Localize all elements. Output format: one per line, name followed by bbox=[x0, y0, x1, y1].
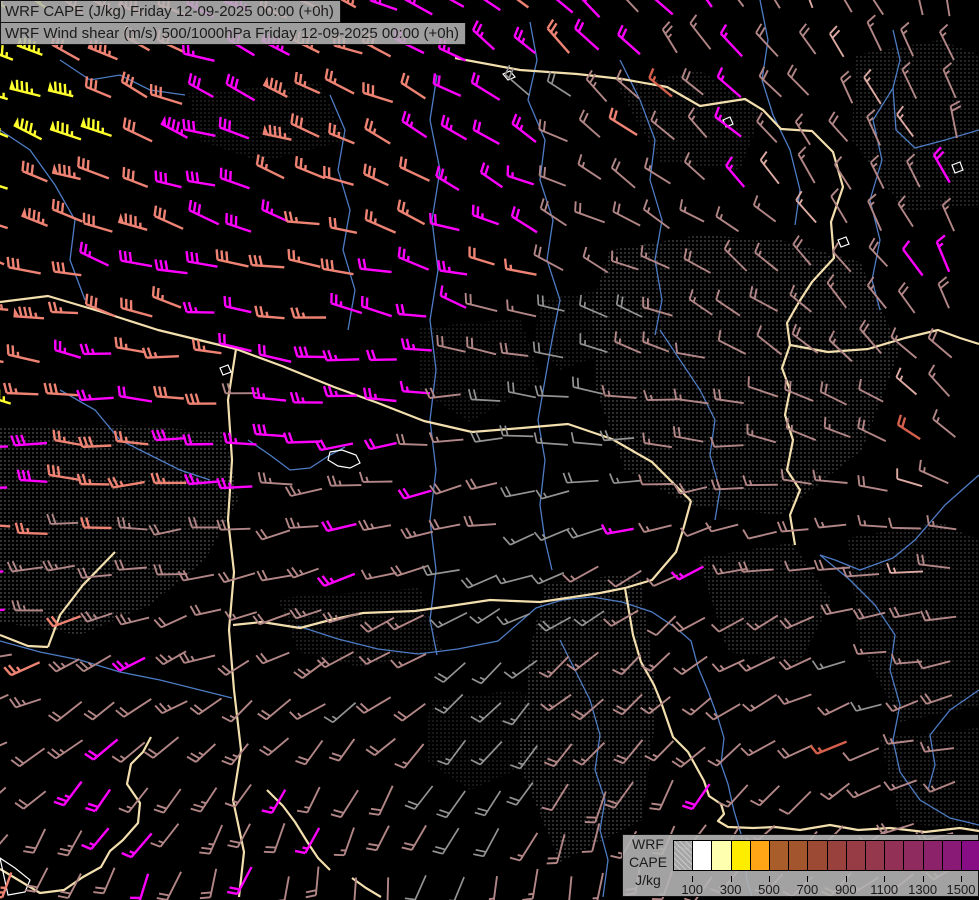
legend-tick-label: 700 bbox=[796, 882, 819, 897]
cape-legend: WRF CAPE J/kg 100 300 500 700 900 1100 1300 150… bbox=[622, 834, 979, 897]
legend-label-line: CAPE bbox=[628, 854, 668, 870]
map-title-windshear: WRF Wind shear (m/s) 500/1000hPa Friday … bbox=[0, 23, 466, 45]
legend-color-box bbox=[903, 840, 924, 871]
legend-color-box bbox=[941, 840, 962, 871]
legend-color-box bbox=[711, 840, 732, 871]
legend-color-box bbox=[884, 840, 905, 871]
weather-map-svg bbox=[0, 0, 979, 900]
legend-tick-label: 100 bbox=[681, 882, 704, 897]
legend-tick-label: 300 bbox=[719, 882, 742, 897]
legend-label-line: WRF bbox=[632, 836, 664, 852]
weather-map bbox=[0, 0, 979, 900]
legend-color-box bbox=[922, 840, 943, 871]
legend-color-box bbox=[865, 840, 886, 871]
map-title-cape-text: WRF CAPE (J/kg) Friday 12-09-2025 00:00 … bbox=[5, 3, 334, 20]
legend-color-box bbox=[769, 840, 790, 871]
legend-color-box bbox=[673, 840, 694, 871]
legend-tick-label: 900 bbox=[834, 882, 857, 897]
map-header: WRF CAPE (J/kg) Friday 12-09-2025 00:00 … bbox=[0, 0, 466, 45]
legend-color-box bbox=[826, 840, 847, 871]
legend-color-box bbox=[730, 840, 751, 871]
map-title-cape: WRF CAPE (J/kg) Friday 12-09-2025 00:00 … bbox=[0, 0, 341, 23]
legend-tick-label: 1300 bbox=[908, 882, 938, 897]
legend-label-line: J/kg bbox=[635, 872, 661, 888]
wrf-weather-map-page: WRF CAPE (J/kg) Friday 12-09-2025 00:00 … bbox=[0, 0, 979, 900]
legend-color-box bbox=[788, 840, 809, 871]
legend-tick-label: 500 bbox=[758, 882, 780, 897]
legend-tick-label: 1500 bbox=[946, 882, 976, 897]
legend-color-box bbox=[807, 840, 828, 871]
legend-tick-label: 1100 bbox=[870, 882, 899, 897]
legend-color-box bbox=[692, 840, 713, 871]
legend-color-box bbox=[749, 840, 770, 871]
legend-color-box bbox=[961, 840, 979, 871]
cape-legend-label: WRF CAPE J/kg bbox=[623, 835, 673, 896]
map-title-windshear-text: WRF Wind shear (m/s) 500/1000hPa Friday … bbox=[5, 25, 459, 42]
legend-color-box bbox=[845, 840, 866, 871]
